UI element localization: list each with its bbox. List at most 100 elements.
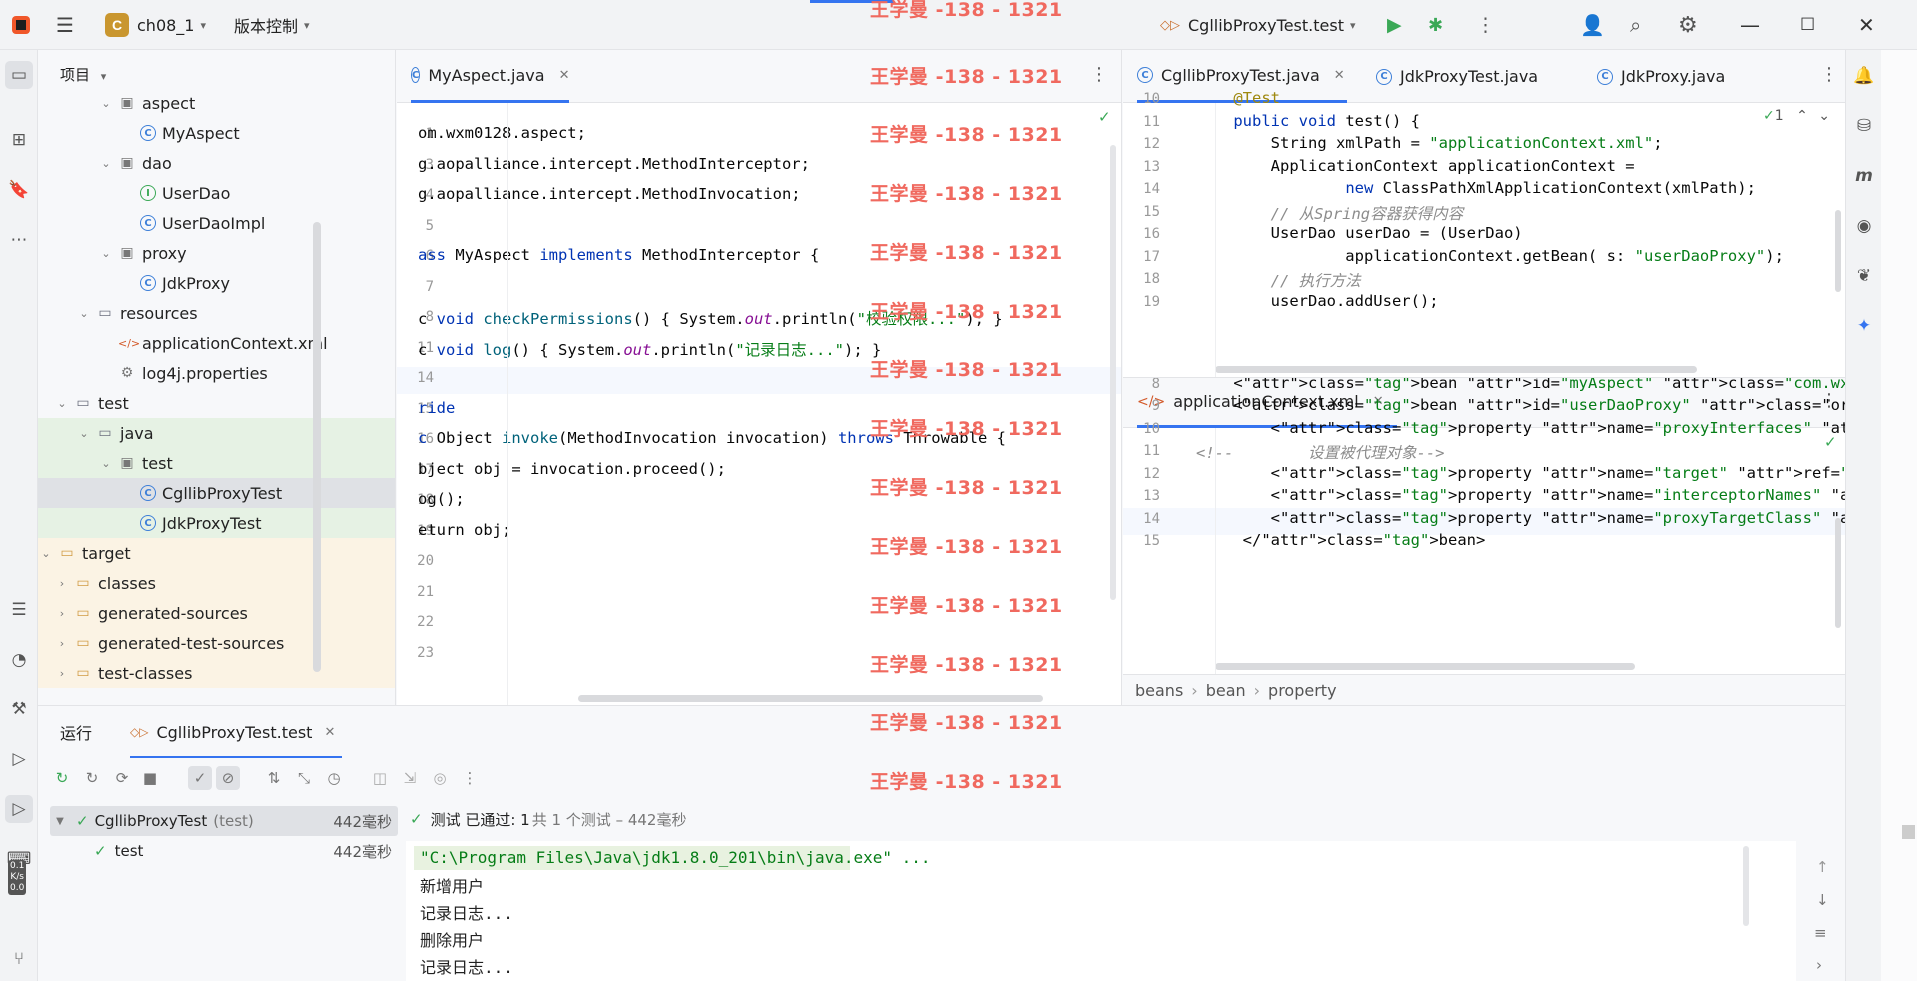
services-icon[interactable]: ▷ (5, 745, 33, 773)
chevron-down-icon[interactable]: ⌄ (38, 547, 54, 560)
chevron-down-icon[interactable]: ⌄ (54, 397, 70, 410)
run-tab[interactable]: ◇▷ CgllibProxyTest.test ✕ (130, 706, 335, 758)
vertical-scrollbar[interactable] (1835, 210, 1841, 292)
tree-item[interactable]: ⌄ ▣ aspect (38, 88, 395, 118)
horizontal-scrollbar[interactable] (1215, 663, 1635, 670)
endpoints-icon[interactable]: ◉ (1850, 212, 1878, 240)
tree-item[interactable]: ⌄ ▭ test (38, 388, 395, 418)
tree-item[interactable]: </> applicationContext.xml (38, 328, 395, 358)
chevron-down-icon[interactable]: ⌄ (76, 427, 92, 440)
close-window-icon[interactable]: ✕ (1858, 0, 1875, 50)
tree-item[interactable]: C MyAspect (38, 118, 395, 148)
rerun-icon[interactable]: ↻ (50, 766, 74, 790)
chevron-right-icon[interactable]: › (54, 577, 70, 590)
spring-icon[interactable]: ❦ (1850, 262, 1878, 290)
tree-item[interactable]: C JdkProxyTest (38, 508, 395, 538)
profiler-icon[interactable]: ◔ (5, 646, 33, 674)
notifications-bell-icon[interactable]: 🔔 (1850, 62, 1878, 90)
structure-icon[interactable]: ⊞ (5, 126, 33, 154)
collapse-icon[interactable]: ⤡ (292, 766, 316, 790)
tree-item[interactable]: ⚙ log4j.properties (38, 358, 395, 388)
sort-icon[interactable]: ⇅ (262, 766, 286, 790)
horizontal-scrollbar[interactable] (1215, 366, 1697, 373)
chevron-down-icon[interactable]: ⌄ (76, 307, 92, 320)
more-actions-icon[interactable]: ⋮ (1476, 0, 1495, 50)
expand-icon[interactable]: › (1816, 956, 1822, 974)
database-icon[interactable]: ⛁ (1850, 112, 1878, 140)
import-icon[interactable]: ⇲ (398, 766, 422, 790)
tree-item[interactable]: ⌄ ▣ proxy (38, 238, 395, 268)
close-tab-icon[interactable]: ✕ (324, 725, 335, 740)
more-options-icon[interactable]: ⋮ (458, 766, 482, 790)
chevron-down-icon[interactable]: ⌄ (98, 157, 114, 170)
run-config-selector[interactable]: ◇▷ CgllibProxyTest.test ▾ (1160, 0, 1356, 50)
build-icon[interactable]: ⚒ (5, 695, 33, 723)
tree-item[interactable]: C JdkProxy (38, 268, 395, 298)
inspection-widget[interactable]: ✓1 ⌃ ⌄ (1763, 108, 1830, 124)
tree-item[interactable]: C CgllibProxyTest (38, 478, 395, 508)
chevron-down-icon[interactable]: ⌄ (98, 247, 114, 260)
test-tree-row[interactable]: ▼ ✓ CgllibProxyTest (test) 442毫秒 (50, 806, 398, 836)
breadcrumb-item[interactable]: beans (1135, 681, 1183, 700)
tree-item[interactable]: › ▭ classes (38, 568, 395, 598)
chevron-down-icon[interactable]: ⌄ (98, 97, 114, 110)
breadcrumb-item[interactable]: property (1268, 681, 1337, 700)
run-icon[interactable]: ▶ (1387, 0, 1402, 50)
history-icon[interactable]: ◷ (322, 766, 346, 790)
console-output[interactable]: "C:\Program Files\Java\jdk1.8.0_201\bin\… (406, 841, 1796, 981)
tree-item[interactable]: ⌄ ▭ target (38, 538, 395, 568)
bookmarks-icon[interactable]: 🔖 (5, 176, 33, 204)
minimize-icon[interactable]: — (1740, 0, 1760, 50)
main-menu-icon[interactable]: ☰ (56, 0, 74, 50)
chevron-right-icon[interactable]: › (54, 637, 70, 650)
breadcrumb-item[interactable]: bean (1206, 681, 1246, 700)
maximize-icon[interactable]: ☐ (1800, 0, 1815, 50)
scrollbar[interactable] (313, 222, 321, 672)
tree-item[interactable]: › ▭ generated-sources (38, 598, 395, 628)
project-panel-header[interactable]: 项目 ▾ (60, 64, 106, 85)
git-icon[interactable]: ⑂ (5, 945, 33, 973)
rerun-failed-icon[interactable]: ↻ (80, 766, 104, 790)
tree-item[interactable]: › ▭ generated-test-sources (38, 628, 395, 658)
vertical-scrollbar[interactable] (1835, 518, 1841, 628)
tree-item[interactable]: ⌄ ▣ test (38, 448, 395, 478)
console-scrollbar[interactable] (1743, 846, 1749, 926)
tree-item[interactable]: ⌄ ▭ resources (38, 298, 395, 328)
chevron-right-icon[interactable]: › (54, 607, 70, 620)
project-switcher[interactable]: C ch08_1 ▾ (105, 0, 206, 50)
chevron-down-icon[interactable]: ⌄ (1818, 108, 1830, 124)
settings-gear-icon[interactable]: ⚙ (1678, 0, 1698, 50)
stop-icon[interactable]: ■ (138, 766, 162, 790)
chevron-up-icon[interactable]: ⌃ (1796, 108, 1808, 124)
code-area-3[interactable]: 7 <"attr">class="tag">bean "attr">id="us… (1123, 378, 1845, 674)
tree-item[interactable]: C UserDaoImpl (38, 208, 395, 238)
app-logo-icon[interactable] (10, 0, 32, 50)
scroll-up-icon[interactable]: ↑ (1816, 858, 1829, 876)
more-tools-icon[interactable]: ⋯ (5, 226, 33, 254)
tree-item[interactable]: ⌄ ▣ dao (38, 148, 395, 178)
tree-item[interactable]: › ▭ test-classes (38, 658, 395, 688)
code-area-2[interactable]: 10 @Test 11 public void test() {12 String… (1123, 50, 1845, 377)
ai-assistant-icon[interactable]: ✦ (1850, 312, 1878, 340)
vcs-menu[interactable]: 版本控制 ▾ (234, 0, 310, 50)
search-icon[interactable]: ⌕ (1630, 0, 1641, 50)
add-user-icon[interactable]: 👤 (1580, 0, 1605, 50)
scroll-down-icon[interactable]: ↓ (1816, 891, 1829, 909)
run-tool-icon[interactable]: ▷ (5, 795, 33, 823)
coverage-icon[interactable]: ◎ (428, 766, 452, 790)
show-ignored-icon[interactable]: ⊘ (216, 766, 240, 790)
debug-icon[interactable]: ✱ (1428, 0, 1443, 50)
scroll-thumb[interactable] (1902, 825, 1915, 839)
test-tree-row[interactable]: ✓ test 442毫秒 (50, 836, 398, 866)
todo-list-icon[interactable]: ☰ (5, 596, 33, 624)
toggle-auto-test-icon[interactable]: ⟳ (110, 766, 134, 790)
show-passed-icon[interactable]: ✓ (188, 766, 212, 790)
chevron-down-icon[interactable]: ⌄ (98, 457, 114, 470)
project-view-icon[interactable]: ▭ (5, 61, 33, 89)
maven-icon[interactable]: m (1850, 162, 1878, 190)
chevron-right-icon[interactable]: › (54, 667, 70, 680)
tree-item[interactable]: ⌄ ▭ java (38, 418, 395, 448)
export-icon[interactable]: ◫ (368, 766, 392, 790)
horizontal-scrollbar[interactable] (578, 695, 1043, 702)
vertical-scrollbar[interactable] (1110, 145, 1116, 600)
